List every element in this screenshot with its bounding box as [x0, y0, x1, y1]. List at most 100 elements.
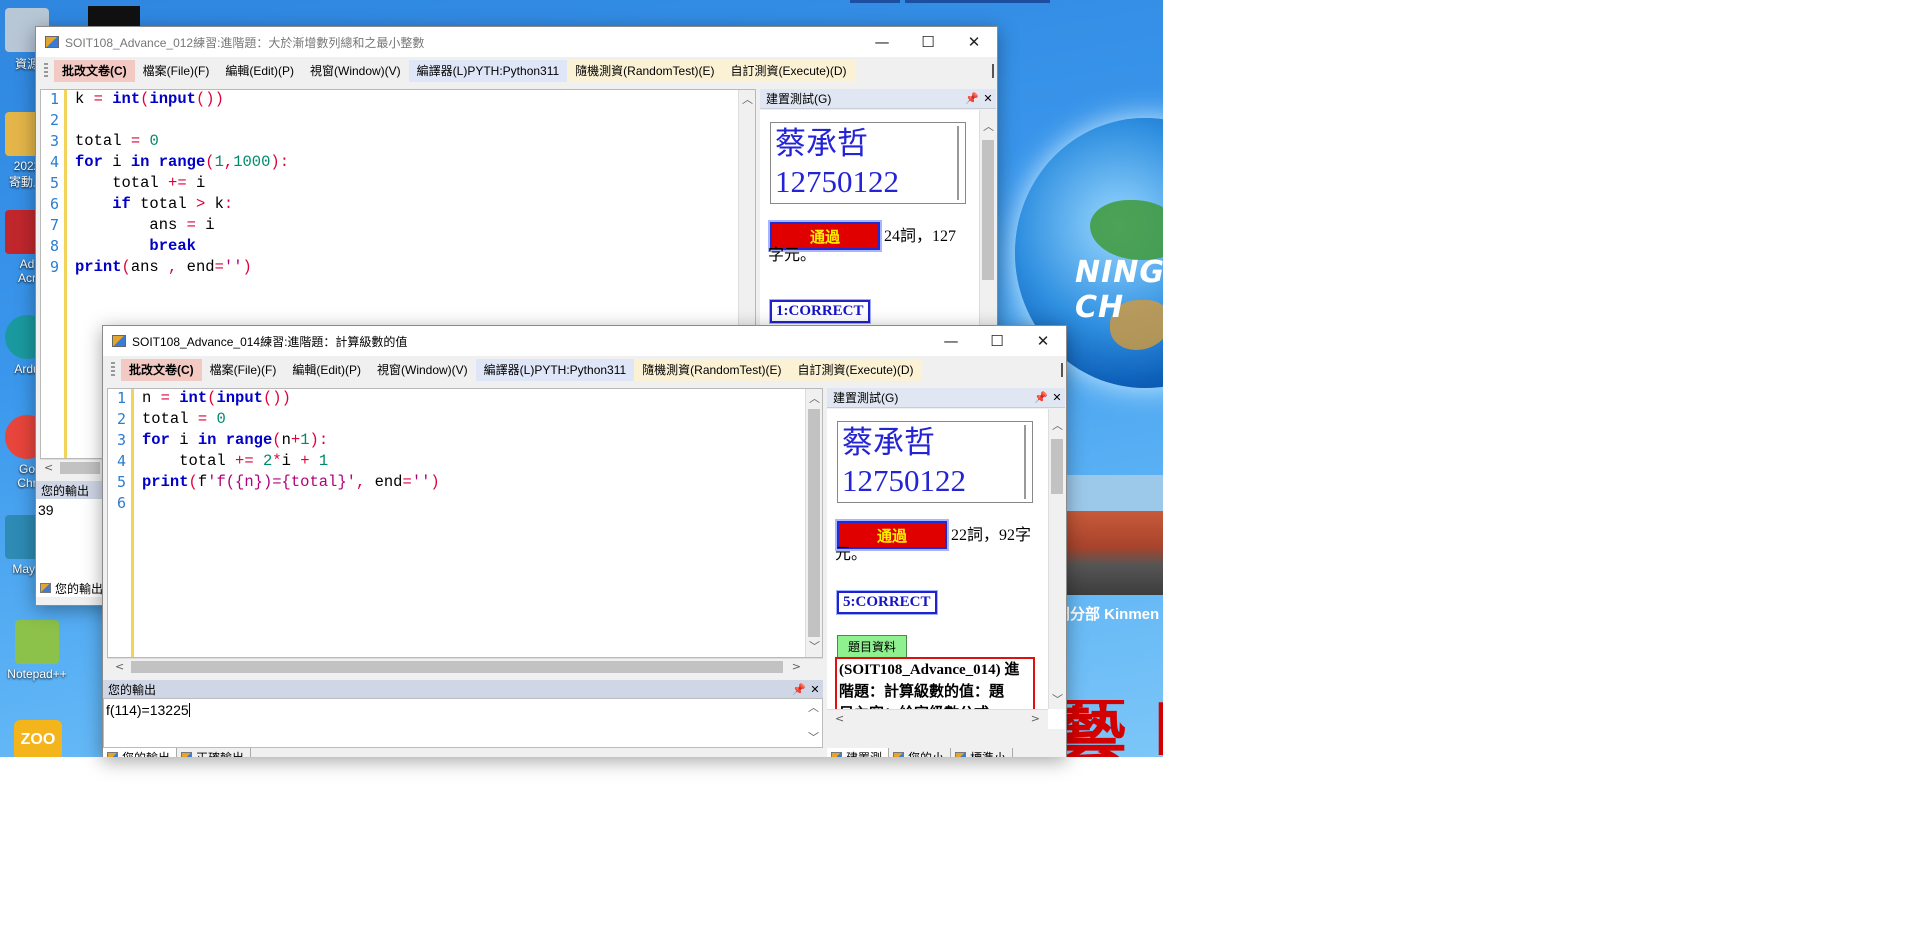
code-line[interactable]: ans = i: [75, 216, 755, 237]
problem-info-tab[interactable]: 題目資料: [837, 635, 908, 658]
menu-compiler[interactable]: 編譯器(L)PYTH:Python311: [475, 359, 635, 381]
pin-icon[interactable]: 📌: [791, 683, 807, 696]
scroll-down-icon[interactable]: ﹀: [809, 640, 820, 654]
code-line[interactable]: total += 2*i + 1: [142, 452, 822, 473]
tab-your-small[interactable]: 您的小: [889, 748, 952, 757]
line-number: 3: [49, 132, 59, 150]
editor-window-014[interactable]: SOIT108_Advance_014練習:進階題：計算級數的值 — ☐ ✕ 批…: [102, 325, 1067, 757]
minimize-icon[interactable]: —: [928, 326, 974, 356]
toolbar-grip[interactable]: [111, 362, 115, 378]
line-number: 1: [49, 90, 59, 108]
scroll-left-icon[interactable]: <: [835, 712, 844, 726]
close-icon[interactable]: ✕: [1020, 326, 1066, 356]
scroll-thumb[interactable]: [982, 140, 994, 280]
close-icon[interactable]: ✕: [980, 92, 996, 105]
tab-label: 正確輸出: [196, 749, 244, 758]
scroll-thumb[interactable]: [60, 462, 100, 474]
menu-bar: 批改文卷(C) 檔案(File)(F) 編輯(Edit)(P) 視窗(Windo…: [36, 57, 997, 85]
code-line[interactable]: print(ans , end=''): [75, 258, 755, 279]
close-icon[interactable]: ✕: [1049, 391, 1065, 404]
tab-your-output[interactable]: 您的輸出: [103, 748, 178, 757]
tab-standard-small[interactable]: 標準小: [951, 748, 1014, 757]
tab-correct-output[interactable]: 正確輸出: [177, 748, 252, 758]
menu-grading[interactable]: 批改文卷(C): [121, 359, 202, 381]
code-line[interactable]: total = 0: [75, 132, 755, 153]
line-number: 8: [49, 237, 59, 255]
menu-execute[interactable]: 自訂測資(Execute)(D): [722, 60, 855, 82]
code-line[interactable]: k = int(input()): [75, 90, 755, 111]
code-area[interactable]: k = int(input()) total = 0 for i in range…: [75, 90, 755, 279]
line-number: 1: [116, 389, 126, 407]
menu-compiler[interactable]: 編譯器(L)PYTH:Python311: [408, 60, 568, 82]
menu-overflow-grip[interactable]: [992, 64, 994, 78]
code-line[interactable]: total = 0: [142, 410, 822, 431]
pin-icon[interactable]: 📌: [964, 92, 980, 105]
scroll-right-icon[interactable]: >: [1031, 712, 1040, 726]
menu-overflow-grip[interactable]: [1061, 363, 1063, 377]
maximize-icon[interactable]: ☐: [905, 27, 951, 57]
scroll-right-icon[interactable]: >: [792, 660, 801, 674]
menu-edit[interactable]: 編輯(Edit)(P): [217, 60, 302, 82]
scroll-up-icon[interactable]: ︿: [808, 701, 819, 715]
menu-window[interactable]: 視窗(Window)(V): [369, 359, 476, 381]
scroll-down-icon[interactable]: ﹀: [808, 731, 819, 745]
correct-badge[interactable]: 1:CORRECT: [769, 299, 871, 324]
desktop-icon-zoo[interactable]: ZOO: [14, 720, 62, 757]
desktop-icon-label: Notepad++: [7, 667, 67, 681]
minimize-icon[interactable]: —: [859, 27, 905, 57]
menu-file[interactable]: 檔案(File)(F): [202, 359, 285, 381]
menu-random-test[interactable]: 隨機測資(RandomTest)(E): [634, 359, 790, 381]
correct-badge[interactable]: 5:CORRECT: [836, 590, 938, 615]
code-line[interactable]: [75, 111, 755, 132]
code-line[interactable]: if total > k:: [75, 195, 755, 216]
maximize-icon[interactable]: ☐: [974, 326, 1020, 356]
panel-horizontal-scrollbar[interactable]: < >: [827, 709, 1048, 729]
menu-file[interactable]: 檔案(File)(F): [135, 60, 218, 82]
scroll-thumb[interactable]: [131, 661, 783, 673]
code-line[interactable]: print(f'f({n})={total}', end=''): [142, 473, 822, 494]
desktop-icon-notepadpp[interactable]: Notepad++: [2, 620, 72, 681]
tab-your-output[interactable]: 您的輸出: [36, 579, 111, 597]
panel-vertical-scrollbar[interactable]: ︿ ﹀: [1048, 409, 1065, 709]
scroll-down-icon[interactable]: ﹀: [1052, 693, 1063, 707]
code-line[interactable]: break: [75, 237, 755, 258]
close-icon[interactable]: ✕: [807, 683, 823, 696]
code-editor[interactable]: 1 2 3 4 5 6 n = int(input()) total = 0 for…: [107, 388, 823, 658]
title-bar[interactable]: SOIT108_Advance_012練習:進階題：大於漸增數列總和之最小整數 …: [36, 27, 997, 57]
line-number: 2: [116, 410, 126, 428]
code-line[interactable]: n = int(input()): [142, 389, 822, 410]
scroll-up-icon[interactable]: ︿: [983, 120, 994, 134]
menu-execute[interactable]: 自訂測資(Execute)(D): [789, 359, 922, 381]
code-line[interactable]: [142, 494, 822, 515]
horizontal-scrollbar[interactable]: < >: [107, 658, 823, 675]
toolbar-grip[interactable]: [44, 63, 48, 79]
menu-window[interactable]: 視窗(Window)(V): [302, 60, 409, 82]
menu-bar: 批改文卷(C) 檔案(File)(F) 編輯(Edit)(P) 視窗(Windo…: [103, 356, 1066, 384]
menu-edit[interactable]: 編輯(Edit)(P): [284, 359, 369, 381]
line-number: 4: [116, 452, 126, 470]
vertical-scrollbar[interactable]: ︿ ﹀: [805, 389, 822, 657]
scroll-up-icon[interactable]: ︿: [809, 392, 820, 406]
scroll-thumb[interactable]: [1051, 439, 1063, 494]
scroll-thumb[interactable]: [808, 409, 820, 637]
desktop-top-link: [905, 0, 1050, 3]
scroll-left-icon[interactable]: <: [115, 660, 124, 674]
line-number: 5: [49, 174, 59, 192]
code-area[interactable]: n = int(input()) total = 0 for i in range(…: [142, 389, 822, 515]
line-number-gutter: 1 2 3 4 5 6 7 8 9: [41, 90, 67, 458]
line-number: 4: [49, 153, 59, 171]
pin-icon[interactable]: 📌: [1033, 391, 1049, 404]
menu-random-test[interactable]: 隨機測資(RandomTest)(E): [567, 60, 723, 82]
scroll-up-icon[interactable]: ︿: [1052, 419, 1063, 433]
output-text[interactable]: f(114)=13225 ︿ ﹀: [103, 698, 823, 748]
title-bar[interactable]: SOIT108_Advance_014練習:進階題：計算級數的值 — ☐ ✕: [103, 326, 1066, 356]
code-line[interactable]: total += i: [75, 174, 755, 195]
menu-grading[interactable]: 批改文卷(C): [54, 60, 135, 82]
tab-build-test[interactable]: 建置測: [827, 748, 890, 757]
scroll-left-icon[interactable]: <: [44, 461, 53, 475]
window-title: SOIT108_Advance_012練習:進階題：大於漸增數列總和之最小整數: [65, 35, 425, 50]
close-icon[interactable]: ✕: [951, 27, 997, 57]
code-line[interactable]: for i in range(n+1):: [142, 431, 822, 452]
scroll-up-icon[interactable]: ︿: [742, 93, 753, 107]
code-line[interactable]: for i in range(1,1000):: [75, 153, 755, 174]
